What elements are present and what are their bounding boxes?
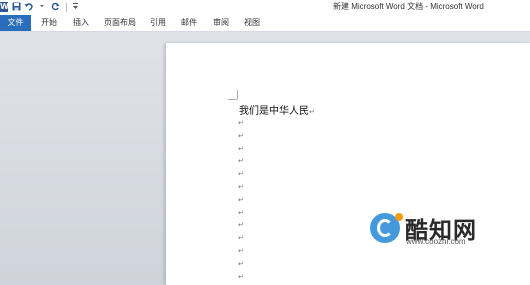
paragraph-mark: ↵ (238, 131, 244, 140)
paragraph-mark: ↵ (309, 108, 315, 116)
paragraph-mark: ↵ (238, 246, 244, 255)
customize-toolbar-icon[interactable] (70, 2, 80, 12)
document-page[interactable] (166, 43, 530, 285)
paragraph-mark: ↵ (238, 195, 244, 204)
toolbar-separator (66, 2, 67, 12)
document-text-line[interactable]: 我们是中华人民↵ (239, 102, 315, 117)
document-text[interactable]: 我们是中华人民 (239, 106, 309, 117)
paragraph-mark: ↵ (238, 157, 244, 166)
paragraph-mark: ↵ (238, 170, 244, 179)
paragraph-mark: ↵ (238, 272, 244, 281)
paragraph-mark: ↵ (238, 234, 244, 243)
quick-access-toolbar: W (0, 1, 83, 13)
tab-page-layout[interactable]: 页面布局 (104, 16, 136, 30)
margin-corner-mark (237, 90, 238, 99)
tab-mailings[interactable]: 邮件 (181, 16, 197, 30)
word-app-icon[interactable]: W (0, 2, 9, 12)
watermark-url: www.coozhi.com (406, 237, 466, 246)
margin-corner-mark (228, 99, 237, 100)
tab-home[interactable]: 开始 (41, 16, 57, 30)
save-icon[interactable] (11, 2, 21, 12)
paragraph-marks: ↵ ↵ ↵ ↵ ↵ ↵ ↵ ↵ ↵ ↵ ↵ ↵ ↵ (238, 117, 244, 283)
watermark-dot-icon (395, 213, 403, 221)
tab-references[interactable]: 引用 (150, 16, 166, 30)
paragraph-mark: ↵ (238, 208, 244, 217)
paragraph-mark: ↵ (238, 221, 244, 230)
tab-file[interactable]: 文件 (0, 15, 31, 31)
paragraph-mark: ↵ (238, 259, 244, 268)
ribbon-tabs: 文件 开始 插入 页面布局 引用 邮件 审阅 视图 (0, 14, 530, 32)
tab-insert[interactable]: 插入 (73, 16, 89, 30)
redo-icon[interactable] (50, 2, 60, 12)
tab-review[interactable]: 审阅 (213, 16, 229, 30)
undo-icon[interactable] (24, 2, 34, 12)
title-bar: W 新建 Microsoft Word 文档 - Microsoft Word (0, 0, 530, 14)
undo-dropdown-icon[interactable] (37, 2, 47, 12)
paragraph-mark: ↵ (238, 119, 244, 127)
paragraph-mark: ↵ (238, 144, 244, 153)
tab-view[interactable]: 视图 (244, 16, 260, 30)
paragraph-mark: ↵ (238, 182, 244, 191)
window-title: 新建 Microsoft Word 文档 - Microsoft Word (333, 2, 484, 11)
